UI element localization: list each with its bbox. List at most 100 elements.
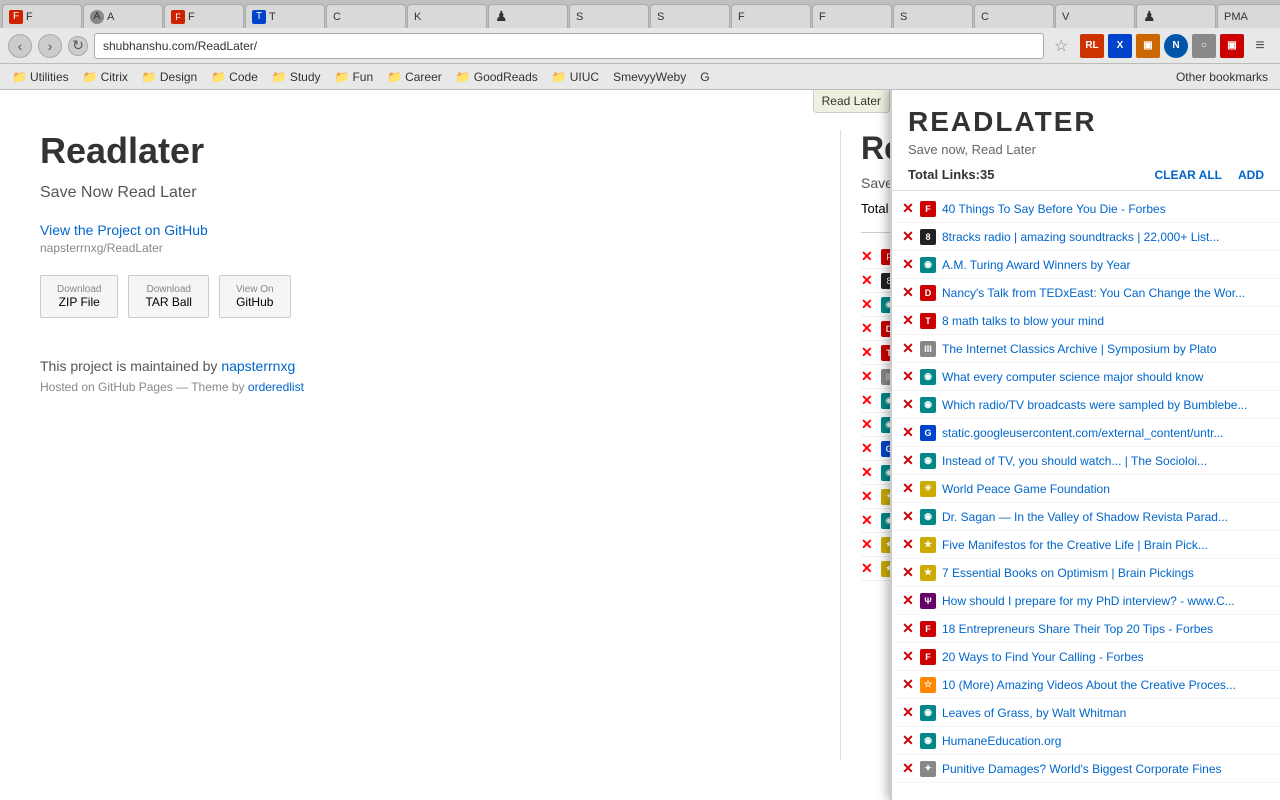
popup-close-20[interactable]: ✕ bbox=[902, 732, 914, 749]
popup-close-17[interactable]: ✕ bbox=[902, 648, 914, 665]
popup-close-21[interactable]: ✕ bbox=[902, 760, 914, 777]
popup-link-8[interactable]: Which radio/TV broadcasts were sampled b… bbox=[942, 398, 1270, 412]
back-button[interactable]: ‹ bbox=[8, 34, 32, 58]
tab-15[interactable]: ♟ bbox=[1136, 4, 1216, 28]
download-zip-button[interactable]: Download ZIP File bbox=[40, 275, 118, 318]
tab-2[interactable]: A A bbox=[83, 4, 163, 28]
preview-close-12[interactable]: ✕ bbox=[861, 512, 875, 529]
tab-4[interactable]: T T bbox=[245, 4, 325, 28]
preview-close-14[interactable]: ✕ bbox=[861, 560, 875, 577]
popup-link-6[interactable]: The Internet Classics Archive | Symposiu… bbox=[942, 342, 1270, 356]
bookmark-utilities[interactable]: 📁 Utilities bbox=[8, 68, 73, 86]
popup-link-18[interactable]: 10 (More) Amazing Videos About the Creat… bbox=[942, 678, 1270, 692]
popup-close-8[interactable]: ✕ bbox=[902, 396, 914, 413]
tab-8[interactable]: S bbox=[569, 4, 649, 28]
extension-icon-3[interactable]: ▣ bbox=[1136, 34, 1160, 58]
preview-close-6[interactable]: ✕ bbox=[861, 368, 875, 385]
tab-12[interactable]: S bbox=[893, 4, 973, 28]
preview-close-4[interactable]: ✕ bbox=[861, 320, 875, 337]
popup-link-9[interactable]: static.googleusercontent.com/external_co… bbox=[942, 426, 1270, 440]
extension-icon-1[interactable]: RL bbox=[1080, 34, 1104, 58]
preview-close-2[interactable]: ✕ bbox=[861, 272, 875, 289]
bookmark-uiuc[interactable]: 📁 UIUC bbox=[548, 68, 603, 86]
preview-close-1[interactable]: ✕ bbox=[861, 248, 875, 265]
tab-6[interactable]: K bbox=[407, 4, 487, 28]
extension-icon-6[interactable]: ▣ bbox=[1220, 34, 1244, 58]
maintained-link[interactable]: napsterrnxg bbox=[221, 358, 295, 374]
popup-close-11[interactable]: ✕ bbox=[902, 480, 914, 497]
clear-all-button[interactable]: CLEAR ALL bbox=[1154, 168, 1222, 182]
bookmark-smewyyweby[interactable]: SmevyyWeby bbox=[609, 68, 690, 86]
preview-close-11[interactable]: ✕ bbox=[861, 488, 875, 505]
download-tar-button[interactable]: Download TAR Ball bbox=[128, 275, 208, 318]
address-bar[interactable]: shubhanshu.com/ReadLater/ bbox=[94, 33, 1044, 59]
bookmark-code[interactable]: 📁 Code bbox=[207, 68, 262, 86]
popup-link-12[interactable]: Dr. Sagan — In the Valley of Shadow Revi… bbox=[942, 510, 1270, 524]
popup-link-19[interactable]: Leaves of Grass, by Walt Whitman bbox=[942, 706, 1270, 720]
extension-icon-4[interactable]: N bbox=[1164, 34, 1188, 58]
preview-close-3[interactable]: ✕ bbox=[861, 296, 875, 313]
bookmark-study[interactable]: 📁 Study bbox=[268, 68, 325, 86]
popup-close-7[interactable]: ✕ bbox=[902, 368, 914, 385]
read-later-bookmark[interactable]: Read Later bbox=[813, 90, 890, 113]
preview-close-7[interactable]: ✕ bbox=[861, 392, 875, 409]
popup-link-13[interactable]: Five Manifestos for the Creative Life | … bbox=[942, 538, 1270, 552]
popup-link-4[interactable]: Nancy's Talk from TEDxEast: You Can Chan… bbox=[942, 286, 1270, 300]
popup-link-14[interactable]: 7 Essential Books on Optimism | Brain Pi… bbox=[942, 566, 1270, 580]
popup-link-1[interactable]: 40 Things To Say Before You Die - Forbes bbox=[942, 202, 1270, 216]
tab-11[interactable]: F bbox=[812, 4, 892, 28]
popup-link-16[interactable]: 18 Entrepreneurs Share Their Top 20 Tips… bbox=[942, 622, 1270, 636]
bookmark-fun[interactable]: 📁 Fun bbox=[331, 68, 378, 86]
popup-link-7[interactable]: What every computer science major should… bbox=[942, 370, 1270, 384]
popup-close-3[interactable]: ✕ bbox=[902, 256, 914, 273]
github-link[interactable]: View the Project on GitHub bbox=[40, 222, 208, 238]
popup-close-16[interactable]: ✕ bbox=[902, 620, 914, 637]
bookmark-goodreads[interactable]: 📁 GoodReads bbox=[452, 68, 542, 86]
popup-link-15[interactable]: How should I prepare for my PhD intervie… bbox=[942, 594, 1270, 608]
bookmark-design[interactable]: 📁 Design bbox=[138, 68, 201, 86]
refresh-button[interactable]: ↻ bbox=[68, 36, 88, 56]
other-bookmarks[interactable]: Other bookmarks bbox=[1172, 68, 1272, 86]
preview-close-5[interactable]: ✕ bbox=[861, 344, 875, 361]
hosted-link[interactable]: orderedlist bbox=[248, 380, 304, 394]
popup-close-10[interactable]: ✕ bbox=[902, 452, 914, 469]
forward-button[interactable]: › bbox=[38, 34, 62, 58]
popup-close-13[interactable]: ✕ bbox=[902, 536, 914, 553]
bookmark-career[interactable]: 📁 Career bbox=[383, 68, 446, 86]
view-github-button[interactable]: View On GitHub bbox=[219, 275, 291, 318]
popup-close-12[interactable]: ✕ bbox=[902, 508, 914, 525]
popup-close-6[interactable]: ✕ bbox=[902, 340, 914, 357]
popup-close-2[interactable]: ✕ bbox=[902, 228, 914, 245]
tab-9[interactable]: S bbox=[650, 4, 730, 28]
popup-link-17[interactable]: 20 Ways to Find Your Calling - Forbes bbox=[942, 650, 1270, 664]
extension-icon-2[interactable]: X bbox=[1108, 34, 1132, 58]
tab-1[interactable]: F F bbox=[2, 4, 82, 28]
preview-close-13[interactable]: ✕ bbox=[861, 536, 875, 553]
popup-link-11[interactable]: World Peace Game Foundation bbox=[942, 482, 1270, 496]
popup-close-15[interactable]: ✕ bbox=[902, 592, 914, 609]
tab-3[interactable]: F F bbox=[164, 4, 244, 28]
preview-close-10[interactable]: ✕ bbox=[861, 464, 875, 481]
popup-close-18[interactable]: ✕ bbox=[902, 676, 914, 693]
popup-close-9[interactable]: ✕ bbox=[902, 424, 914, 441]
popup-close-14[interactable]: ✕ bbox=[902, 564, 914, 581]
extension-icon-7[interactable]: ≡ bbox=[1248, 34, 1272, 58]
add-button[interactable]: ADD bbox=[1238, 168, 1264, 182]
bookmark-g[interactable]: G bbox=[696, 68, 713, 86]
tab-5[interactable]: C bbox=[326, 4, 406, 28]
popup-link-3[interactable]: A.M. Turing Award Winners by Year bbox=[942, 258, 1270, 272]
popup-link-10[interactable]: Instead of TV, you should watch... | The… bbox=[942, 454, 1270, 468]
tab-13[interactable]: C bbox=[974, 4, 1054, 28]
popup-close-4[interactable]: ✕ bbox=[902, 284, 914, 301]
extension-icon-5[interactable]: ○ bbox=[1192, 34, 1216, 58]
preview-close-8[interactable]: ✕ bbox=[861, 416, 875, 433]
tab-10[interactable]: F bbox=[731, 4, 811, 28]
bookmark-citrix[interactable]: 📁 Citrix bbox=[79, 68, 132, 86]
preview-close-9[interactable]: ✕ bbox=[861, 440, 875, 457]
popup-link-21[interactable]: Punitive Damages? World's Biggest Corpor… bbox=[942, 762, 1270, 776]
tab-14[interactable]: V bbox=[1055, 4, 1135, 28]
popup-link-20[interactable]: HumaneEducation.org bbox=[942, 734, 1270, 748]
popup-close-1[interactable]: ✕ bbox=[902, 200, 914, 217]
tab-pma[interactable]: PMA bbox=[1217, 4, 1280, 28]
popup-close-19[interactable]: ✕ bbox=[902, 704, 914, 721]
